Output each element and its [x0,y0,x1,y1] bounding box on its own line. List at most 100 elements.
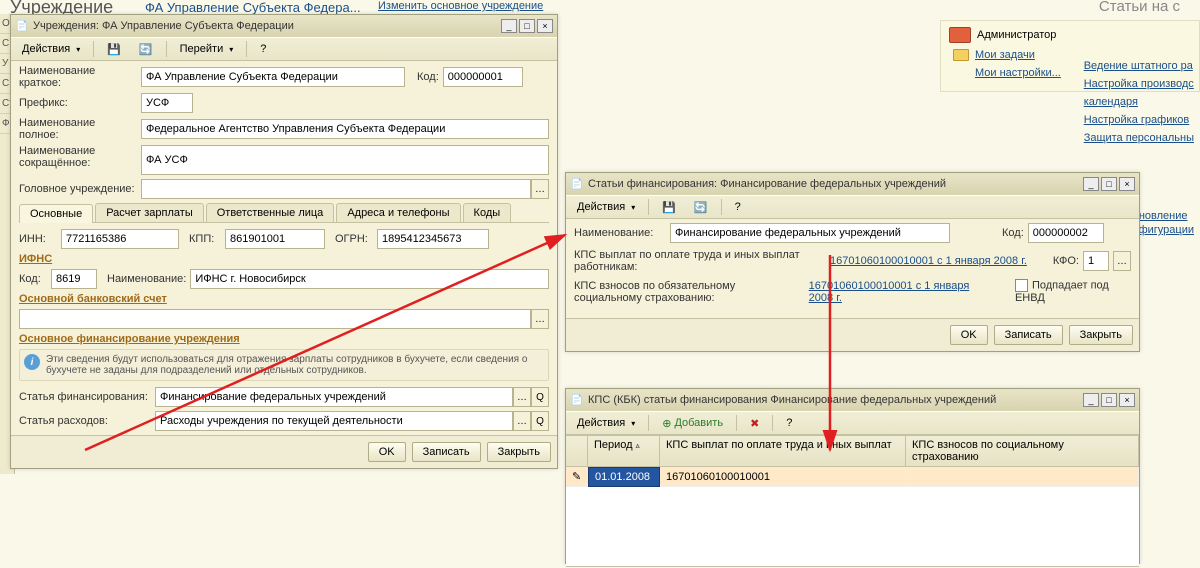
head-select-button[interactable]: … [531,179,549,199]
cancel-button[interactable]: Закрыть [1069,325,1133,345]
right-bottom-links: бновление нфигурации [1133,210,1194,236]
head-label: Головное учреждение: [19,183,137,195]
fin-article-open-button[interactable]: Q [531,387,549,407]
code-input[interactable] [1028,223,1104,243]
tab-responsible[interactable]: Ответственные лица [206,203,335,222]
minimize-button[interactable]: _ [501,19,517,33]
window-title: КПС (КБК) статьи финансирования Финансир… [588,394,1083,406]
toolbar-refresh-icon[interactable]: 🔄 [687,198,715,217]
ifns-code-input[interactable] [51,269,97,289]
ok-button[interactable]: OK [950,325,988,345]
exp-article-open-button[interactable]: Q [531,411,549,431]
right-panel-title: Статьи на с [1099,0,1180,15]
envd-checkbox[interactable] [1015,279,1028,292]
bank-select-button[interactable]: … [531,309,549,329]
link-personal[interactable]: Защита персональны [1084,132,1194,144]
kps2-label: КПС взносов по обязательному социальному… [574,280,805,304]
grid-body[interactable]: ✎ 01.01.2008 16701060100010001 [566,467,1139,567]
save-button[interactable]: Записать [412,442,481,462]
actions-menu[interactable]: Действия [570,198,642,216]
code-input[interactable] [443,67,523,87]
toolbar-refresh-icon[interactable]: 🔄 [132,40,160,59]
help-icon[interactable]: ? [253,40,273,58]
tab-salary[interactable]: Расчет зарплаты [95,203,204,222]
kfo-select-button[interactable]: … [1113,251,1131,271]
tab-main[interactable]: Основные [19,204,93,223]
head-input[interactable] [141,179,531,199]
maximize-button[interactable]: □ [1101,393,1117,407]
close-button[interactable]: × [1119,393,1135,407]
my-settings-link[interactable]: Мои настройки... [975,67,1061,79]
link-calendar2[interactable]: календаря [1084,96,1194,108]
period-cell[interactable]: 01.01.2008 [588,467,660,487]
ogrn-input[interactable] [377,229,489,249]
minimize-button[interactable]: _ [1083,177,1099,191]
kps1-label: КПС выплат по оплате труда и иных выплат… [574,249,826,273]
kps-pay-cell[interactable]: 16701060100010001 [660,467,906,487]
full-name-input[interactable] [141,119,549,139]
col-marker[interactable] [566,436,588,466]
minimize-button[interactable]: _ [1083,393,1099,407]
maximize-button[interactable]: □ [519,19,535,33]
prefix-input[interactable] [141,93,193,113]
kps1-link[interactable]: 16701060100010001 с 1 января 2008 г. [830,255,1027,267]
info-box: i Эти сведения будут использоваться для … [19,349,549,381]
ok-button[interactable]: OK [368,442,406,462]
link-schedules[interactable]: Настройка графиков [1084,114,1194,126]
info-text: Эти сведения будут использоваться для от… [46,354,544,376]
actions-menu[interactable]: Действия [15,40,87,58]
fin-article-select-button[interactable]: … [513,387,531,407]
col-kps-pay[interactable]: КПС выплат по оплате труда и иных выплат [660,436,906,466]
name-input[interactable] [670,223,950,243]
my-tasks-link[interactable]: Мои задачи [975,49,1035,61]
prefix-label: Префикс: [19,97,137,109]
save-button[interactable]: Записать [994,325,1063,345]
toolbar-save-icon[interactable]: 💾 [655,198,683,217]
table-row[interactable]: ✎ 01.01.2008 16701060100010001 [566,467,1139,487]
short-name-input[interactable] [141,67,405,87]
close-button[interactable]: × [1119,177,1135,191]
col-period[interactable]: Период ▵ [588,436,660,466]
envd-label: Подпадает под ЕНВД [1015,279,1109,304]
abbr-input[interactable] [141,145,549,175]
toolbar-save-icon[interactable]: 💾 [100,40,128,59]
kps2-link[interactable]: 16701060100010001 с 1 января 2008 г. [809,280,989,304]
kpp-input[interactable] [225,229,325,249]
exp-article-select-button[interactable]: … [513,411,531,431]
breadcrumb[interactable]: ФА Управление Субъекта Федера... [145,0,361,15]
inn-input[interactable] [61,229,179,249]
window-title: Статьи финансирования: Финансирование фе… [588,178,1083,190]
delete-button[interactable]: ✖ [743,414,766,433]
close-button[interactable]: × [537,19,553,33]
fin-article-input[interactable] [155,387,513,407]
ifns-name-input[interactable] [190,269,549,289]
link-calendar[interactable]: Настройка производс [1084,78,1194,90]
cancel-button[interactable]: Закрыть [487,442,551,462]
name-label: Наименование: [574,227,666,239]
link-staffing[interactable]: Ведение штатного ра [1084,60,1194,72]
navigate-menu[interactable]: Перейти [173,40,241,58]
full-name-label: Наименование полное: [19,117,137,141]
code-label: Код: [1002,227,1024,239]
exp-article-input[interactable] [155,411,513,431]
kps-ins-cell[interactable] [906,467,1139,487]
add-button[interactable]: ⊕Добавить [655,414,730,433]
short-name-label: Наименование краткое: [19,65,137,89]
change-main-link[interactable]: Изменить основное учреждение [378,0,543,12]
bank-account-input[interactable] [19,309,531,329]
exp-article-label: Статья расходов: [19,415,151,427]
tabs: Основные Расчет зарплаты Ответственные л… [19,203,549,223]
actions-menu[interactable]: Действия [570,414,642,432]
col-kps-insurance[interactable]: КПС взносов по социальному страхованию [906,436,1139,466]
kfo-input[interactable] [1083,251,1109,271]
user-name: Администратор [977,29,1056,41]
window-icon: 📄 [570,393,584,407]
tab-codes[interactable]: Коды [463,203,512,222]
maximize-button[interactable]: □ [1101,177,1117,191]
help-icon[interactable]: ? [728,198,748,216]
financing-heading: Основное финансирование учреждения [19,333,549,345]
help-icon[interactable]: ? [779,414,799,432]
bank-heading: Основной банковский счет [19,293,549,305]
tab-addresses[interactable]: Адреса и телефоны [336,203,460,222]
window-title: Учреждения: ФА Управление Субъекта Федер… [33,20,501,32]
